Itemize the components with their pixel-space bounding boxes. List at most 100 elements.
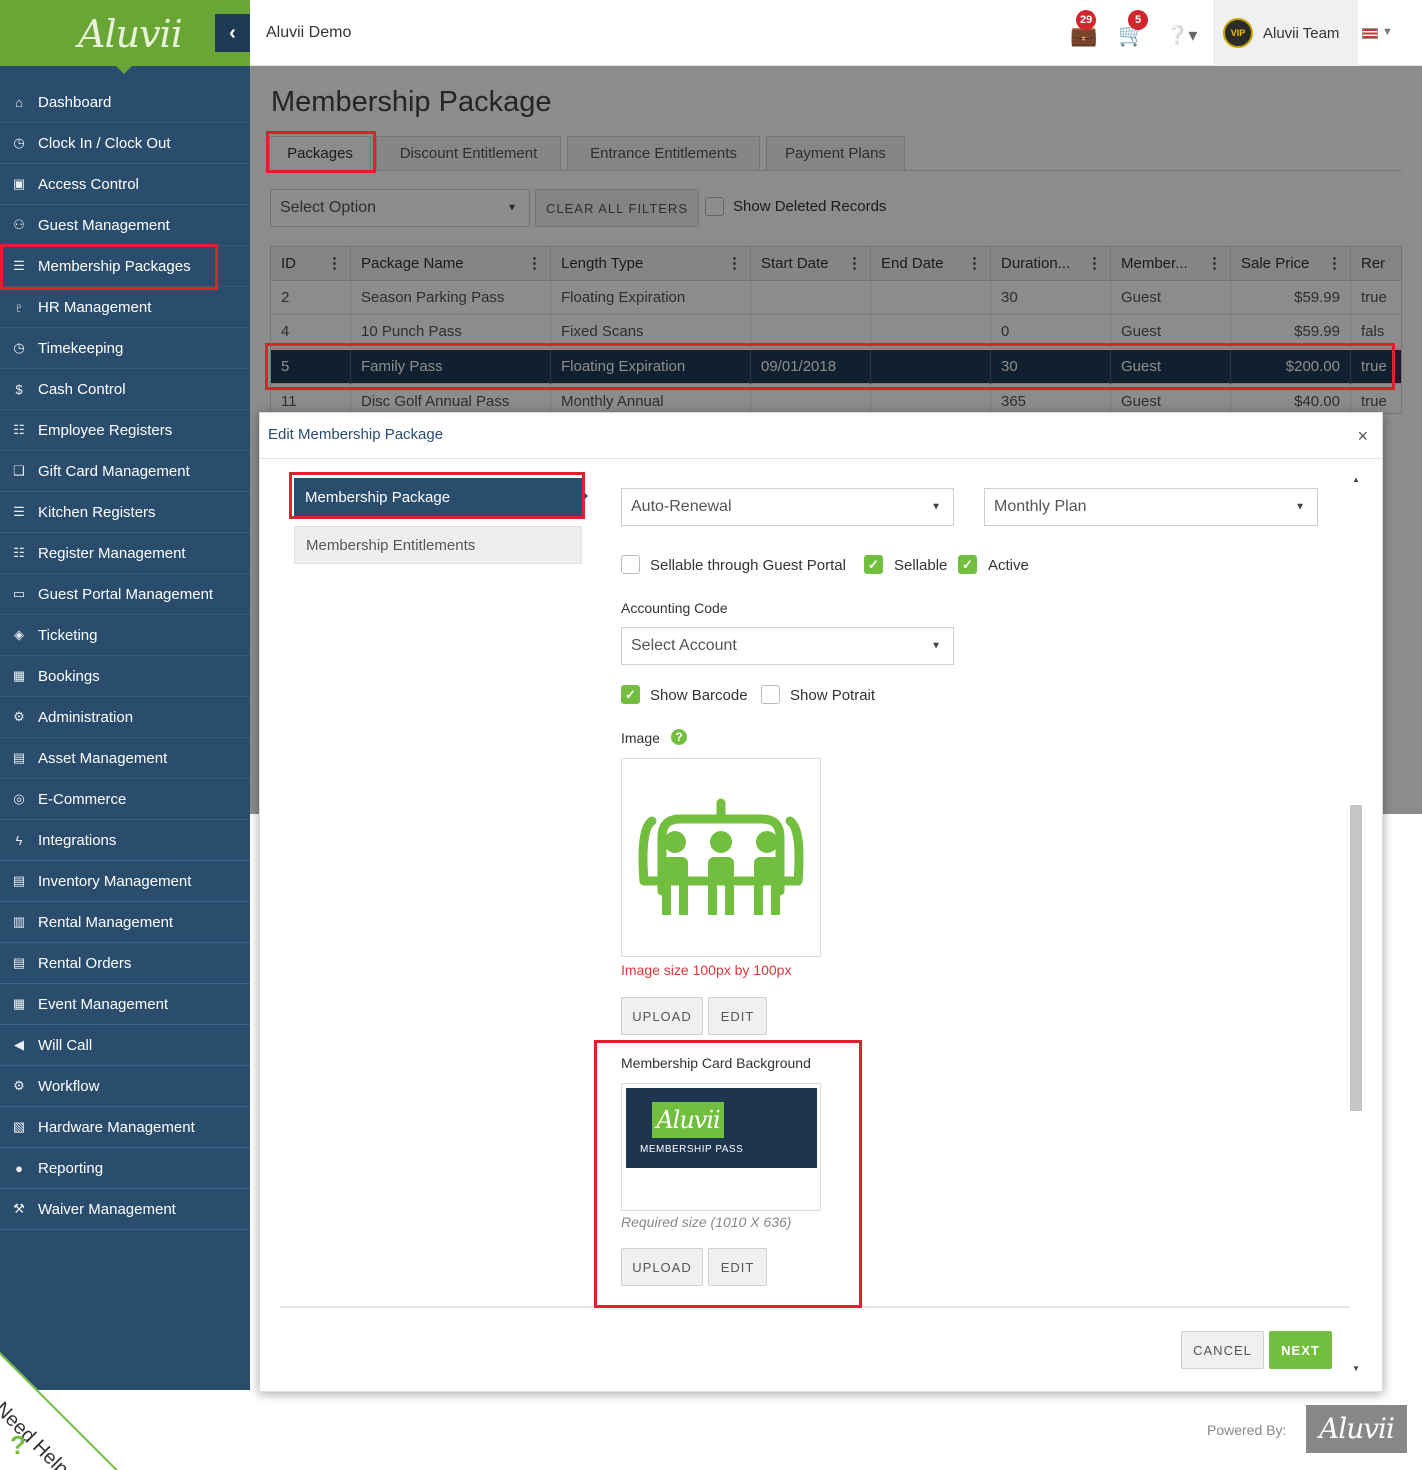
chevron-left-icon: ‹ — [229, 21, 236, 44]
cog-icon: ⚙ — [13, 1078, 25, 1093]
sidebar-item-hr-management[interactable]: ♇ HR Management — [0, 287, 250, 328]
help-question-icon[interactable]: ? — [671, 729, 687, 745]
active-checkbox[interactable]: ✓ — [958, 555, 977, 574]
sidebar-item-reporting[interactable]: ● Reporting — [0, 1148, 250, 1189]
sidebar-item-label: Dashboard — [38, 93, 112, 111]
modal-scrollbar[interactable]: ▲ ▼ — [1349, 475, 1363, 1373]
account-select-value: Select Account — [631, 637, 737, 654]
sellable-portal-label: Sellable through Guest Portal — [650, 557, 846, 574]
renewal-select-value: Auto-Renewal — [631, 498, 732, 515]
sidebar-item-membership-packages[interactable]: ☰ Membership Packages — [0, 246, 250, 287]
package-image-preview — [621, 758, 821, 957]
sidebar-item-administration[interactable]: ⚙ Administration — [0, 697, 250, 738]
next-button[interactable]: NEXT — [1269, 1331, 1332, 1369]
sidebar-item-label: Inventory Management — [38, 872, 192, 890]
check-icon: ✓ — [625, 686, 636, 702]
need-help-widget[interactable]: Need Help ? — [0, 1352, 118, 1470]
sidebar-item-rental-management[interactable]: ▥ Rental Management — [0, 902, 250, 943]
sidebar-item-label: Workflow — [38, 1077, 100, 1095]
cancel-button[interactable]: CANCEL — [1181, 1331, 1264, 1369]
page-footer: Powered By: Aluvii — [0, 1390, 1422, 1470]
image-size-hint: Image size 100px by 100px — [621, 962, 792, 978]
sidebar-item-event-management[interactable]: ▦ Event Management — [0, 984, 250, 1025]
active-label: Active — [988, 557, 1029, 574]
brand-logo[interactable]: Aluvii — [78, 12, 183, 56]
sidebar-item-label: Reporting — [38, 1159, 104, 1177]
sidebar-item-register-management[interactable]: ☷ Register Management — [0, 533, 250, 574]
sellable-label: Sellable — [894, 557, 948, 574]
card-upload-button[interactable]: UPLOAD — [621, 1248, 703, 1286]
sidebar-item-label: Cash Control — [38, 380, 126, 398]
user-name: Aluvii Team — [1263, 24, 1340, 42]
sidebar-item-gift-card-management[interactable]: ❑ Gift Card Management — [0, 451, 250, 492]
scroll-down-icon[interactable]: ▼ — [1352, 1364, 1360, 1373]
image-upload-button[interactable]: UPLOAD — [621, 997, 703, 1035]
renewal-select[interactable]: Auto-Renewal ▼ — [621, 488, 954, 526]
plan-select-value: Monthly Plan — [994, 498, 1087, 515]
language-chevron-icon[interactable]: ▼ — [1382, 26, 1393, 38]
sidebar-item-timekeeping[interactable]: ◷ Timekeeping — [0, 328, 250, 369]
sidebar-item-workflow[interactable]: ⚙ Workflow — [0, 1066, 250, 1107]
gift-icon: ❑ — [13, 463, 25, 478]
sidebar-item-label: Membership Packages — [38, 257, 191, 275]
check-icon: ✓ — [868, 556, 879, 572]
bolt-icon: ϟ — [15, 832, 23, 848]
sidebar-item-waiver-management[interactable]: ⚒ Waiver Management — [0, 1189, 250, 1230]
plan-select[interactable]: Monthly Plan ▼ — [984, 488, 1318, 526]
sidebar-item-e-commerce[interactable]: ◎ E-Commerce — [0, 779, 250, 820]
sidebar-item-label: Timekeeping — [38, 339, 124, 357]
sidebar-item-inventory-management[interactable]: ▤ Inventory Management — [0, 861, 250, 902]
sidebar-item-rental-orders[interactable]: ▤ Rental Orders — [0, 943, 250, 984]
side-tab-membership-entitlements[interactable]: Membership Entitlements — [294, 526, 582, 564]
collapse-sidebar-button[interactable]: ‹ — [215, 14, 250, 52]
cubes-icon: ▤ — [12, 750, 26, 765]
clipboard-icon: ▥ — [12, 914, 26, 929]
sellable-checkbox[interactable]: ✓ — [864, 555, 883, 574]
language-flag-icon[interactable] — [1362, 28, 1378, 39]
sidebar-item-access-control[interactable]: ▣ Access Control — [0, 164, 250, 205]
bullhorn-icon: ◀ — [14, 1037, 24, 1052]
sidebar-item-guest-portal-management[interactable]: ▭ Guest Portal Management — [0, 574, 250, 615]
sidebar-item-integrations[interactable]: ϟ Integrations — [0, 820, 250, 861]
sidebar-item-bookings[interactable]: ▦ Bookings — [0, 656, 250, 697]
show-portrait-checkbox[interactable] — [761, 685, 780, 704]
scrollbar-thumb[interactable] — [1350, 805, 1362, 1111]
sidebar-item-label: Gift Card Management — [38, 462, 190, 480]
sidebar-item-employee-registers[interactable]: ☷ Employee Registers — [0, 410, 250, 451]
image-edit-button[interactable]: EDIT — [708, 997, 767, 1035]
sidebar-item-label: Event Management — [38, 995, 169, 1013]
user-menu[interactable]: VIP Aluvii Team — [1213, 0, 1358, 66]
show-barcode-checkbox[interactable]: ✓ — [621, 685, 640, 704]
card-edit-button[interactable]: EDIT — [708, 1248, 767, 1286]
sellable-portal-checkbox[interactable] — [621, 555, 640, 574]
sidebar-item-label: HR Management — [38, 298, 152, 316]
scroll-up-icon[interactable]: ▲ — [1352, 475, 1360, 484]
help-icon[interactable]: ❔▾ — [1166, 25, 1197, 46]
laptop-icon: ▭ — [12, 586, 26, 601]
clock-icon: ◷ — [13, 135, 25, 150]
sidebar-item-clock-in-clock-out[interactable]: ◷ Clock In / Clock Out — [0, 123, 250, 164]
side-tab-membership-package[interactable]: Membership Package — [294, 478, 582, 516]
powered-by-label: Powered By: — [1207, 1422, 1287, 1438]
list-icon: ☰ — [13, 258, 25, 273]
sidebar-item-label: Rental Management — [38, 913, 174, 931]
close-icon[interactable]: × — [1357, 426, 1368, 447]
sidebar-item-asset-management[interactable]: ▤ Asset Management — [0, 738, 250, 779]
sidebar-item-label: Ticketing — [38, 626, 98, 644]
sidebar-item-will-call[interactable]: ◀ Will Call — [0, 1025, 250, 1066]
sidebar-item-dashboard[interactable]: ⌂ Dashboard — [0, 82, 250, 123]
sidebar-item-kitchen-registers[interactable]: ☰ Kitchen Registers — [0, 492, 250, 533]
sidebar-item-label: Guest Management — [38, 216, 170, 234]
sidebar-item-label: Asset Management — [38, 749, 168, 767]
account-select[interactable]: Select Account ▼ — [621, 627, 954, 665]
show-barcode-label: Show Barcode — [650, 687, 748, 704]
cart-icon: ☷ — [13, 545, 25, 560]
card-background-preview: Aluvii MEMBERSHIP PASS — [621, 1083, 821, 1211]
org-name: Aluvii Demo — [266, 24, 352, 41]
sidebar-item-ticketing[interactable]: ◈ Ticketing — [0, 615, 250, 656]
sidebar-item-hardware-management[interactable]: ▧ Hardware Management — [0, 1107, 250, 1148]
list-icon: ☰ — [13, 504, 25, 519]
sidebar-item-cash-control[interactable]: $ Cash Control — [0, 369, 250, 410]
card-logo: Aluvii — [652, 1102, 724, 1138]
sidebar-item-guest-management[interactable]: ⚇ Guest Management — [0, 205, 250, 246]
